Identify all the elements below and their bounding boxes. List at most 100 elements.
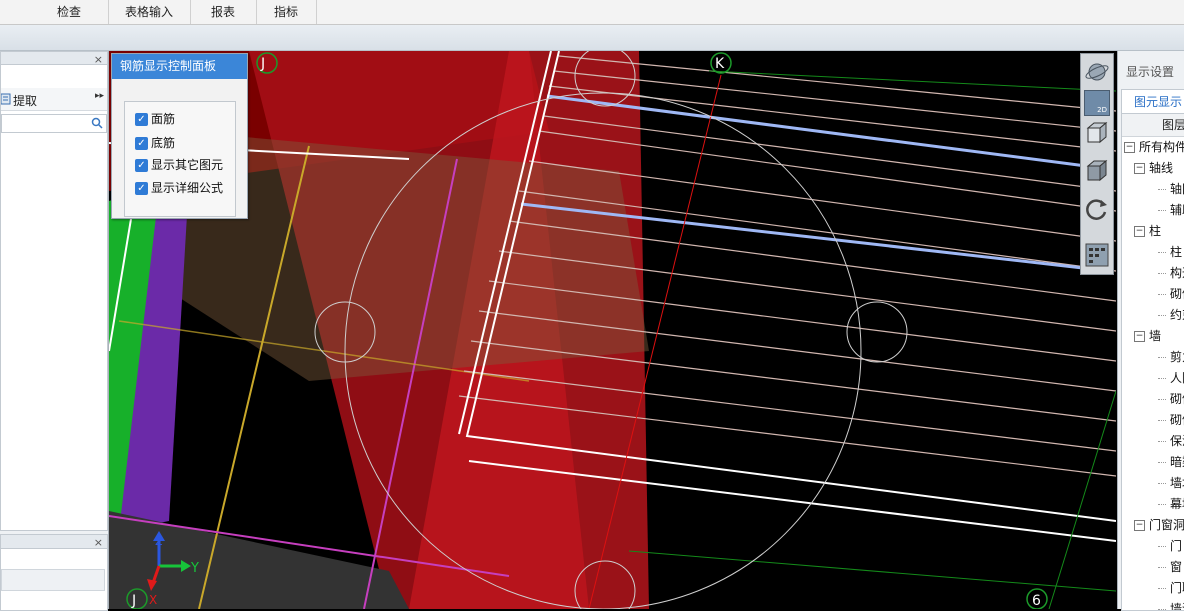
tree-item[interactable]: 人防 (1158, 368, 1184, 389)
tree-line (1158, 420, 1166, 421)
component-list-pane: × 提取 ▸▸ (0, 51, 108, 531)
orbit-icon[interactable] (1084, 59, 1110, 85)
left-panel: × 提取 ▸▸ × (0, 51, 109, 611)
tree-line (1158, 315, 1166, 316)
menu-report[interactable]: 报表 (190, 0, 257, 24)
tree-item-label: 保温 (1170, 434, 1184, 448)
tree-line (1158, 210, 1166, 211)
tree-item[interactable]: 窗 (1158, 557, 1182, 578)
tree-header-label: 图层 (1161, 118, 1184, 132)
check-top-rebar[interactable]: ✓ 面筋 (135, 109, 175, 129)
tree-item-label: 墙垛 (1170, 476, 1184, 490)
grid-axis (708, 70, 1116, 92)
property-row[interactable] (1, 569, 105, 591)
search-input[interactable] (1, 114, 107, 133)
tree-item-label: 辅助 (1170, 203, 1184, 217)
tree-item-label: 门 (1170, 539, 1183, 553)
menu-indicator[interactable]: 指标 (256, 0, 317, 24)
tree-item[interactable]: 保温 (1158, 431, 1184, 452)
tab-element-display[interactable]: 图元显示 (1121, 89, 1184, 113)
collapse-icon[interactable]: − (1134, 520, 1145, 531)
close-icon[interactable]: × (94, 536, 103, 549)
checkbox-checked-icon[interactable]: ✓ (135, 182, 148, 195)
extract-icon (1, 93, 11, 105)
axis-label-k-top: K (715, 56, 725, 72)
check-label: 面筋 (151, 112, 176, 126)
cube-view-icon[interactable] (1084, 120, 1110, 146)
extract-button[interactable]: 提取 ▸▸ (1, 88, 107, 111)
tree-item-label: 墙 (1149, 329, 1162, 343)
grid-axis (1048, 390, 1116, 609)
tree-item[interactable]: 构造 (1158, 263, 1184, 284)
tree-item[interactable]: 暗梁 (1158, 452, 1184, 473)
tree-item-label: 砌体 (1170, 287, 1184, 301)
tree-item-label: 柱 (1149, 224, 1162, 238)
tree-item-label: 墙洞 (1170, 602, 1184, 611)
model-canvas[interactable]: J K J 6 Z Y X (109, 51, 1116, 609)
check-show-formula[interactable]: ✓ 显示详细公式 (135, 178, 223, 198)
checkbox-checked-icon[interactable]: ✓ (135, 159, 148, 172)
tree-item[interactable]: 柱 (1158, 242, 1182, 263)
panel-title: 显示设置 (1126, 65, 1175, 79)
menu-table-input[interactable]: 表格输入 (108, 0, 191, 24)
tree-item-label: 门联 (1170, 581, 1184, 595)
tree-item[interactable]: − 柱 (1134, 221, 1161, 242)
tree-item[interactable]: 约束 (1158, 305, 1184, 326)
tree-item[interactable]: 幕墙 (1158, 494, 1184, 515)
close-icon[interactable]: × (94, 53, 103, 66)
tree-item[interactable]: 辅助 (1158, 200, 1184, 221)
tree-item[interactable]: 墙垛 (1158, 473, 1184, 494)
tree-item[interactable]: − 墙 (1134, 326, 1161, 347)
tree-item[interactable]: 剪力 (1158, 347, 1184, 368)
checkbox-checked-icon[interactable]: ✓ (135, 137, 148, 150)
view-2d-button[interactable]: 2D (1084, 90, 1110, 116)
tree-header: 图层 (1122, 114, 1184, 137)
cube-shade-icon[interactable] (1084, 158, 1110, 184)
tree-item-label: 轴线 (1149, 161, 1174, 175)
axis-label-6: 6 (1032, 593, 1041, 609)
expand-icon[interactable]: ▸▸ (95, 91, 104, 101)
collapse-icon[interactable]: − (1134, 163, 1145, 174)
grid-select-icon[interactable] (1084, 242, 1110, 268)
tree-item[interactable]: 门联 (1158, 578, 1184, 599)
check-show-other[interactable]: ✓ 显示其它图元 (135, 155, 223, 175)
tree-item-label: 砌体 (1170, 392, 1184, 406)
tree-item[interactable]: 门 (1158, 536, 1182, 557)
tree-item[interactable]: 墙洞 (1158, 599, 1184, 611)
tree-line (1158, 378, 1166, 379)
checkbox-checked-icon[interactable]: ✓ (135, 113, 148, 126)
collapse-icon[interactable]: − (1124, 142, 1135, 153)
menu-check[interactable]: 检查 (30, 0, 109, 24)
rebar-display-panel: 钢筋显示控制面板 ✓ 面筋 ✓ 底筋 ✓ 显示其它图元 ✓ 显示详细公式 (111, 53, 248, 219)
rotate-icon[interactable] (1084, 196, 1110, 222)
search-icon[interactable] (91, 117, 103, 129)
check-bottom-rebar[interactable]: ✓ 底筋 (135, 133, 175, 153)
tree-item-label: 剪力 (1170, 350, 1184, 364)
tree-line (1158, 546, 1166, 547)
tree-item[interactable]: 砌体 (1158, 284, 1184, 305)
tree-item[interactable]: − 轴线 (1134, 158, 1173, 179)
tree-item[interactable]: − 所有构件 (1124, 137, 1184, 158)
toolbar-strip (0, 25, 1184, 51)
collapse-icon[interactable]: − (1134, 331, 1145, 342)
gizmo-z: Z (155, 535, 163, 548)
tree-item[interactable]: 轴网 (1158, 179, 1184, 200)
tree-item-label: 暗梁 (1170, 455, 1184, 469)
checkbox-group: ✓ 面筋 ✓ 底筋 ✓ 显示其它图元 ✓ 显示详细公式 (124, 101, 236, 217)
tree-line (1158, 483, 1166, 484)
layer-tree: 图层 −所有构件−轴线轴网辅助−柱柱构造砌体约束−墙剪力人防砌体砌体保温暗梁墙垛… (1121, 113, 1184, 611)
view-toolbar: 2D (1080, 53, 1114, 275)
gizmo-x: X (149, 593, 157, 607)
panel-title[interactable]: 钢筋显示控制面板 (112, 54, 247, 79)
tree-line (1158, 504, 1166, 505)
tree-line (1158, 441, 1166, 442)
tree-line (1158, 399, 1166, 400)
tree-line (1158, 609, 1166, 610)
axis-label-j-top: J (260, 56, 265, 72)
tree-item[interactable]: − 门窗洞 (1134, 515, 1184, 536)
tree-line (1158, 252, 1166, 253)
collapse-icon[interactable]: − (1134, 226, 1145, 237)
tree-item[interactable]: 砌体 (1158, 410, 1184, 431)
tree-item-label: 门窗洞 (1149, 518, 1184, 532)
tree-item[interactable]: 砌体 (1158, 389, 1184, 410)
